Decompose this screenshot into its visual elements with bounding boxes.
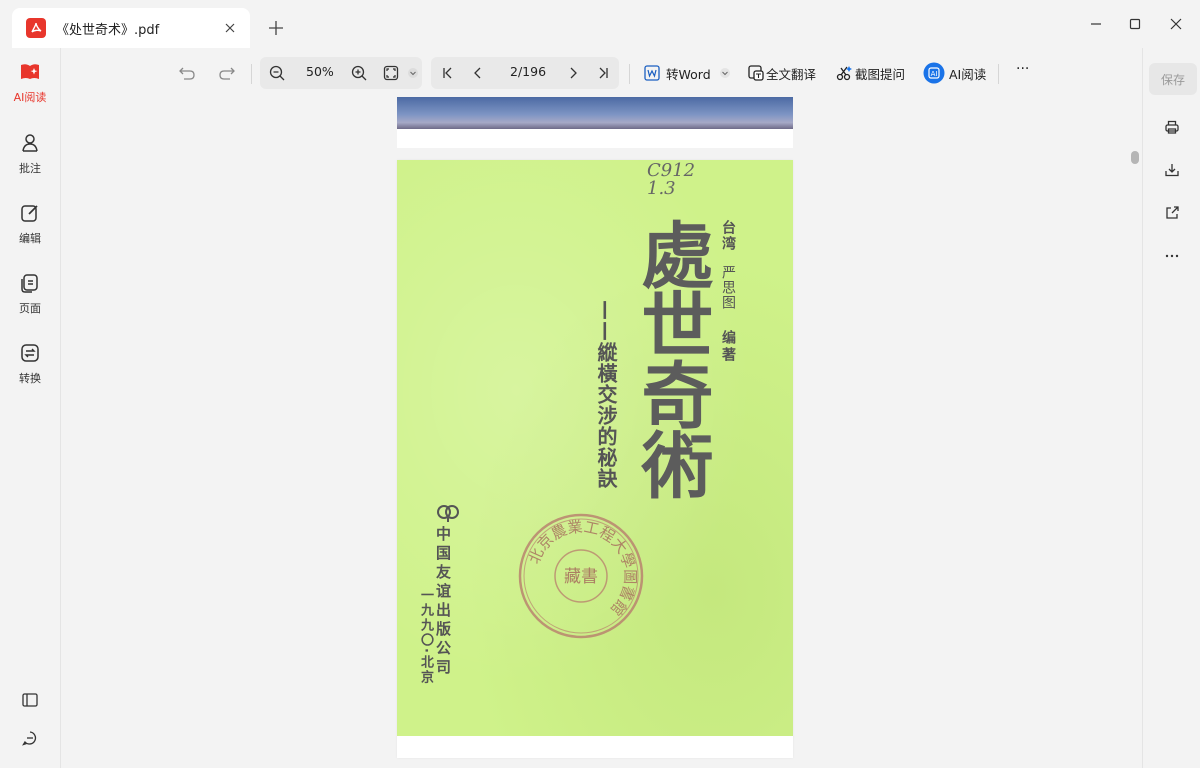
zoom-level[interactable]: 50% bbox=[306, 64, 334, 79]
nav-edit[interactable]: 编辑 bbox=[0, 203, 60, 259]
author-origin: 台湾 bbox=[720, 220, 736, 252]
tab-title: 《处世奇术》.pdf bbox=[56, 22, 160, 38]
nav-pages[interactable]: 页面 bbox=[0, 273, 60, 329]
book-title: 處世奇術 bbox=[629, 218, 713, 498]
current-page: C912 1.3 處世奇術 ——縱橫交涉的秘訣 台湾 严思图 编著 中国友谊出版… bbox=[397, 160, 793, 758]
close-window-icon[interactable] bbox=[1164, 12, 1188, 36]
translate-icon[interactable] bbox=[744, 61, 768, 85]
new-tab-button[interactable] bbox=[264, 16, 288, 40]
to-word-dropdown-icon[interactable] bbox=[713, 61, 737, 85]
screenshot-icon[interactable] bbox=[832, 61, 856, 85]
author-role: 编著 bbox=[720, 330, 736, 364]
close-tab-icon[interactable] bbox=[220, 18, 240, 38]
right-panel: 保存 bbox=[1142, 48, 1200, 768]
save-button[interactable]: 保存 bbox=[1149, 63, 1197, 95]
more-icon[interactable] bbox=[1160, 244, 1184, 268]
maximize-icon[interactable] bbox=[1123, 12, 1147, 36]
main-area: 50% 2/196 转Word 全文翻译 截图提问 AI AI阅读 ··· C9… bbox=[61, 48, 1142, 768]
library-seal: 北京農業工程大學圖書館 藏書 bbox=[517, 512, 645, 640]
nav-label-pages: 页面 bbox=[19, 302, 41, 315]
chat-icon[interactable] bbox=[18, 726, 42, 750]
document-tab[interactable]: 《处世奇术》.pdf bbox=[12, 8, 250, 48]
title-bar: 《处世奇术》.pdf bbox=[0, 0, 1200, 48]
publisher-name: 中国友谊出版公司 bbox=[434, 526, 452, 678]
nav-label-convert: 转换 bbox=[19, 372, 41, 385]
publisher-logo bbox=[435, 504, 461, 526]
sidebar-toggle-icon[interactable] bbox=[18, 688, 42, 712]
annotate-icon bbox=[20, 133, 40, 157]
publication-date: 一九九〇·北京 bbox=[418, 588, 433, 685]
screenshot-ask-button[interactable]: 截图提问 bbox=[855, 64, 905, 83]
book-cover: C912 1.3 處世奇術 ——縱橫交涉的秘訣 台湾 严思图 编著 中国友谊出版… bbox=[397, 160, 793, 736]
first-page-icon[interactable] bbox=[436, 61, 460, 85]
toolbar: 50% 2/196 转Word 全文翻译 截图提问 AI AI阅读 ··· bbox=[61, 48, 1142, 98]
fit-mode-dropdown-icon[interactable] bbox=[401, 61, 425, 85]
undo-icon[interactable] bbox=[175, 61, 199, 85]
prev-page-icon[interactable] bbox=[466, 61, 490, 85]
print-icon[interactable] bbox=[1160, 115, 1184, 139]
next-page-icon[interactable] bbox=[561, 61, 585, 85]
nav-label-ai-read: AI阅读 bbox=[13, 91, 47, 104]
left-nav: AI阅读 批注 编辑 页面 转换 bbox=[0, 48, 61, 768]
to-word-button[interactable]: 转Word bbox=[666, 64, 711, 83]
download-icon[interactable] bbox=[1160, 158, 1184, 182]
nav-label-annotate: 批注 bbox=[19, 162, 41, 175]
nav-label-edit: 编辑 bbox=[19, 232, 41, 245]
handwritten-call-number: C912 1.3 bbox=[647, 160, 696, 199]
edit-icon bbox=[20, 203, 40, 227]
vertical-scrollbar[interactable] bbox=[1131, 151, 1139, 164]
full-translate-button[interactable]: 全文翻译 bbox=[766, 64, 816, 83]
more-options-button[interactable]: ··· bbox=[1016, 61, 1029, 77]
redo-icon[interactable] bbox=[215, 61, 239, 85]
zoom-in-icon[interactable] bbox=[347, 61, 371, 85]
nav-ai-read[interactable]: AI阅读 bbox=[0, 62, 60, 118]
minimize-icon[interactable] bbox=[1084, 12, 1108, 36]
page-indicator[interactable]: 2/196 bbox=[510, 64, 546, 79]
ai-read-button[interactable]: AI阅读 bbox=[949, 64, 986, 83]
seal-inner-text: 藏書 bbox=[564, 567, 598, 587]
pdf-icon bbox=[26, 18, 46, 38]
document-viewport[interactable]: C912 1.3 處世奇術 ——縱橫交涉的秘訣 台湾 严思图 编著 中国友谊出版… bbox=[61, 97, 1142, 768]
book-subtitle: ——縱橫交涉的秘訣 bbox=[594, 300, 618, 489]
convert-icon bbox=[20, 343, 40, 367]
pages-icon bbox=[20, 273, 40, 297]
ai-read-icon bbox=[19, 62, 41, 86]
fit-page-icon[interactable] bbox=[379, 61, 403, 85]
zoom-out-icon[interactable] bbox=[265, 61, 289, 85]
word-icon[interactable] bbox=[640, 61, 664, 85]
nav-annotate[interactable]: 批注 bbox=[0, 133, 60, 189]
previous-page-image bbox=[397, 97, 793, 129]
author-name: 严思图 bbox=[720, 265, 736, 310]
svg-text:AI: AI bbox=[931, 70, 938, 78]
ai-assistant-icon[interactable]: AI bbox=[922, 61, 946, 85]
nav-convert[interactable]: 转换 bbox=[0, 343, 60, 399]
previous-page bbox=[397, 97, 793, 148]
share-icon[interactable] bbox=[1160, 201, 1184, 225]
last-page-icon[interactable] bbox=[591, 61, 615, 85]
